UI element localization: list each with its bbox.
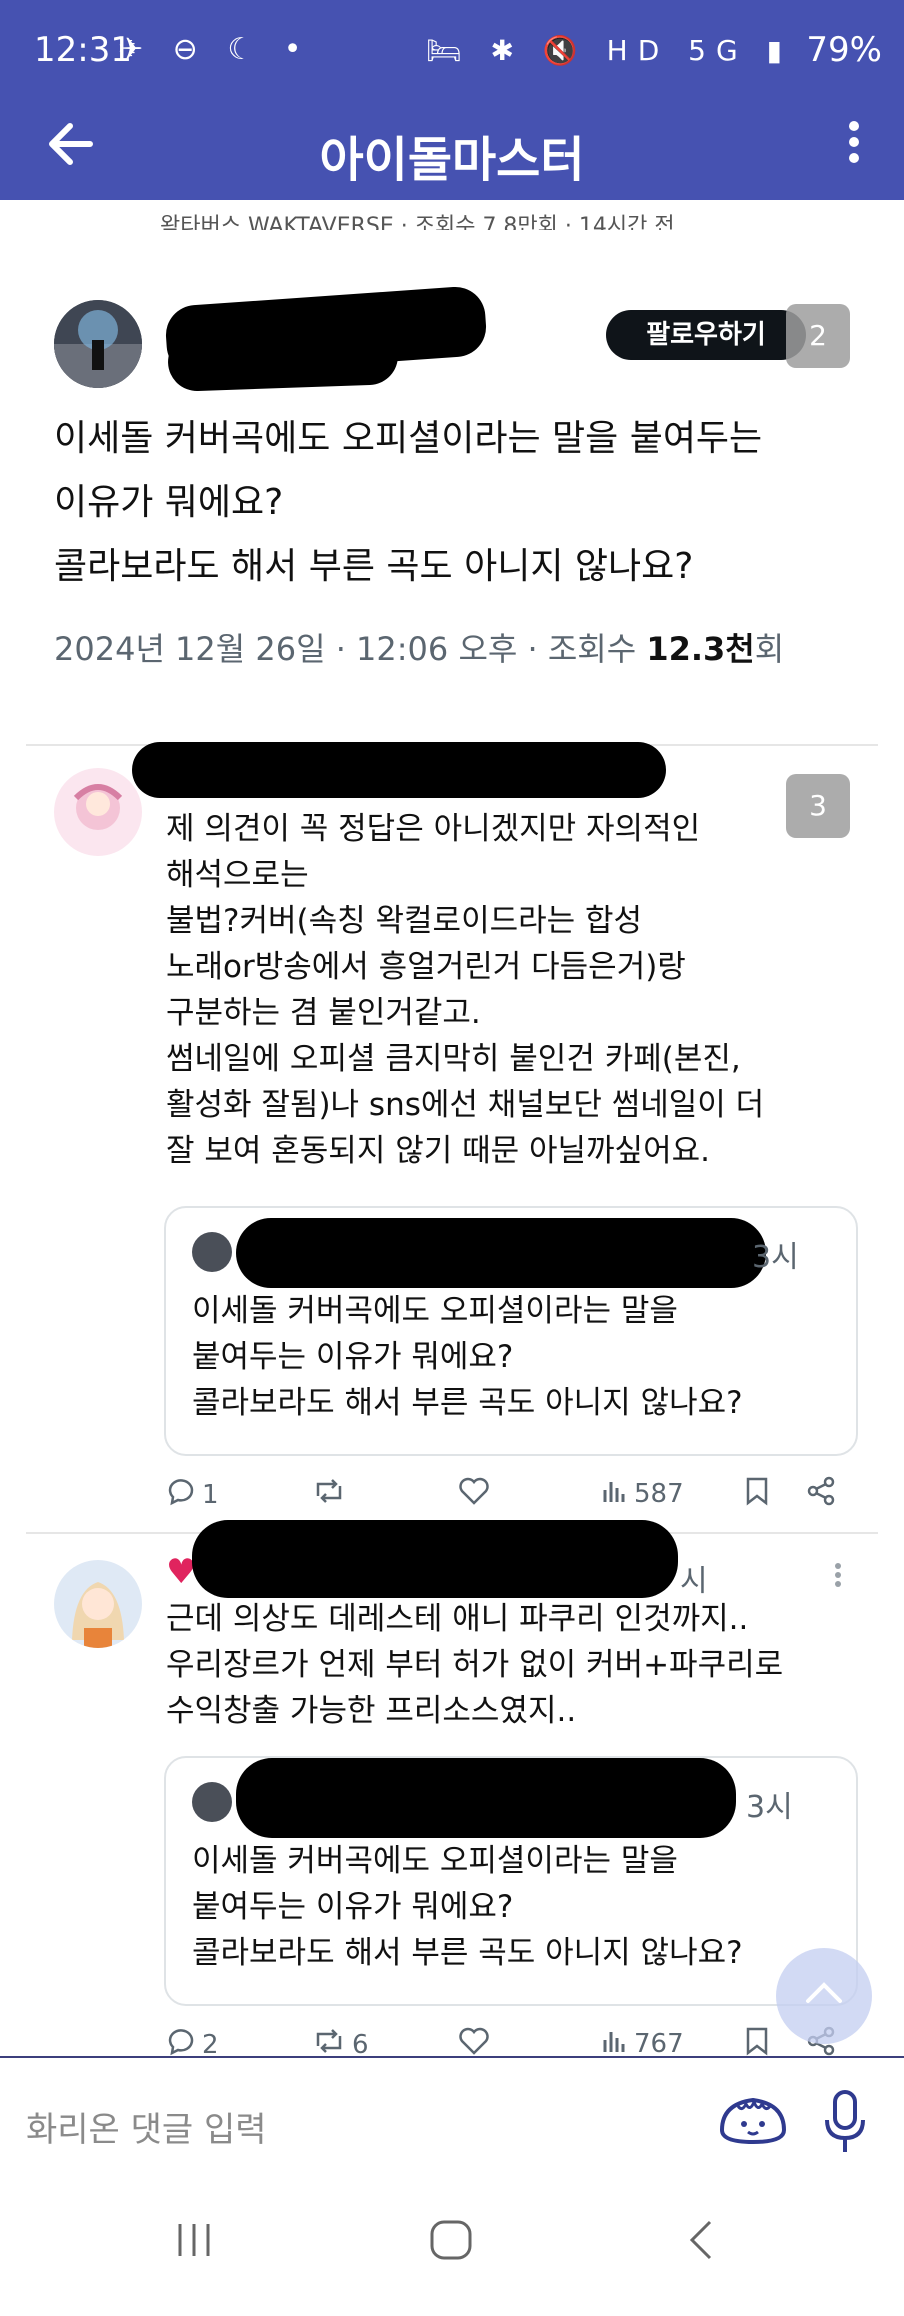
quote-line: 붙여두는 이유가 뭐에요? (192, 1339, 514, 1375)
reply-text: 제 의견이 꼭 정답은 아니겠지만 자의적인 해석으로는 불법?커버(속칭 왁컬… (166, 806, 866, 1174)
view-suffix: 회 (754, 630, 785, 668)
reply-count: 2 (202, 2029, 219, 2057)
dumpling-emoji-icon[interactable] (716, 2088, 790, 2148)
bar-chart-icon (600, 2026, 628, 2056)
app-bar: 아이돌마스터 (0, 102, 904, 200)
post-text: 이세돌 커버곡에도 오피셜이라는 말을 붙여두는 이유가 뭐에요? 콜라보라도 … (54, 412, 874, 594)
status-right-icons: 🛏 ✱ 🔇 HD 5G ▮ (426, 34, 792, 67)
quote-text: 이세돌 커버곡에도 오피셜이라는 말을 붙여두는 이유가 뭐에요? 콜라보라도 … (192, 1288, 832, 1426)
reply-line: 활성화 잘됨)나 sns에선 채널보단 썸네일이 더 (166, 1087, 765, 1123)
comment-input[interactable]: 화리온 댓글 입력 (26, 2102, 267, 2151)
post-date: 2024년 12월 26일 · 12:06 오후 · 조회수 (54, 630, 647, 668)
redacted-username (236, 1758, 736, 1838)
status-bar: 12:31 ✈ ⊖ ☾ • 🛏 ✱ 🔇 HD 5G ▮ 79% (0, 0, 904, 102)
post-more-badge[interactable]: 2 (786, 304, 850, 368)
reply-text: 근데 의상도 데레스테 애니 파쿠리 인것까지.. 우리장르가 언제 부터 허가… (166, 1596, 876, 1734)
repost-icon (312, 1476, 346, 1513)
avatar (192, 1782, 232, 1822)
reply-action[interactable]: 1 (166, 1476, 219, 1513)
repost-action[interactable] (312, 1476, 352, 1513)
repost-count: 6 (352, 2029, 369, 2057)
bookmark-icon[interactable] (744, 1476, 770, 1506)
comment-bar: 화리온 댓글 입력 (0, 2056, 904, 2194)
avatar[interactable] (54, 1560, 142, 1648)
share-icon[interactable] (806, 1476, 836, 1506)
more-vertical-icon[interactable] (844, 112, 864, 183)
quote-time: 3시 (746, 1790, 793, 1825)
redacted-username (132, 742, 666, 798)
reply-line: 수익창출 가능한 프리소스였지.. (166, 1693, 577, 1729)
redacted-handle (167, 326, 399, 392)
views-action[interactable]: 587 (600, 1476, 684, 1511)
arrow-left-icon[interactable] (46, 114, 96, 188)
reply-line: 노래or방송에서 흥얼거린거 다듬은거)랑 (166, 949, 686, 985)
reply-time: 시 (680, 1564, 708, 1599)
avatar[interactable] (54, 768, 142, 856)
reply-action[interactable]: 2 (166, 2026, 219, 2056)
more-vertical-icon[interactable] (832, 1560, 844, 1594)
quoted-post-card[interactable]: 3시 이세돌 커버곡에도 오피셜이라는 말을 붙여두는 이유가 뭐에요? 콜라보… (164, 1206, 858, 1456)
like-action[interactable] (458, 1476, 490, 1513)
chevron-up-icon (804, 1971, 844, 2017)
quoted-post-card[interactable]: 3시 이세돌 커버곡에도 오피셜이라는 말을 붙여두는 이유가 뭐에요? 콜라보… (164, 1756, 858, 2006)
reply-line: 구분하는 겸 붙인거같고. (166, 995, 481, 1031)
battery-level: 79% (806, 30, 882, 70)
quote-line: 이세돌 커버곡에도 오피셜이라는 말을 (192, 1293, 678, 1329)
reply-line: 불법?커버(속칭 왁컬로이드라는 합성 (166, 903, 643, 939)
status-left-icons: ✈ ⊖ ☾ • (118, 32, 312, 67)
like-action[interactable] (458, 2026, 490, 2056)
view-count: 767 (634, 2028, 684, 2057)
bookmark-icon[interactable] (744, 2026, 770, 2056)
reply-line: 잘 보여 혼동되지 않기 때문 아닐까싶어요. (166, 1133, 710, 1169)
quote-line: 콜라보라도 해서 부른 곡도 아니지 않나요? (192, 1385, 743, 1421)
quote-time: 3시 (752, 1240, 799, 1275)
system-nav-bar (0, 2192, 904, 2316)
redacted-username (192, 1520, 678, 1598)
reply-line: 해석으로는 (166, 857, 309, 893)
views-action[interactable]: 767 (600, 2026, 684, 2056)
reply-count: 1 (202, 1479, 219, 1510)
quote-line: 이세돌 커버곡에도 오피셜이라는 말을 (192, 1843, 678, 1879)
post-line: 콜라보라도 해서 부른 곡도 아니지 않나요? (54, 546, 694, 587)
quote-line: 붙여두는 이유가 뭐에요? (192, 1889, 514, 1925)
bar-chart-icon (600, 1476, 628, 1511)
reply-icon (166, 1476, 196, 1513)
reply-actions: 1 587 (166, 1476, 866, 1516)
view-count: 587 (634, 1478, 684, 1509)
reply-line: 제 의견이 꼭 정답은 아니겠지만 자의적인 (166, 811, 701, 847)
repost-action[interactable]: 6 (312, 2026, 369, 2056)
quote-text: 이세돌 커버곡에도 오피셜이라는 말을 붙여두는 이유가 뭐에요? 콜라보라도 … (192, 1838, 832, 1976)
post-line: 이유가 뭐에요? (54, 482, 284, 523)
post-meta: 2024년 12월 26일 · 12:06 오후 · 조회수 12.3천회 (54, 624, 784, 670)
page-title: 아이돌마스터 (319, 132, 585, 188)
redacted-username (236, 1218, 766, 1288)
quote-line: 콜라보라도 해서 부른 곡도 아니지 않나요? (192, 1935, 743, 1971)
back-nav-icon[interactable] (686, 2218, 716, 2274)
reply-line: 썸네일에 오피셜 큼지막히 붙인건 카페(본진, (166, 1041, 741, 1077)
heart-icon (458, 1476, 490, 1513)
reply-icon (166, 2026, 196, 2056)
view-count: 12.3천 (646, 630, 755, 668)
avatar (192, 1232, 232, 1272)
cut-off-header: 왁타버스 WAKTAVERSE · 조회수 7.8만회 · 14시간 전 (160, 214, 675, 230)
follow-button[interactable]: 팔로우하기 (606, 310, 806, 360)
home-icon[interactable] (428, 2218, 474, 2274)
reply-line: 우리장르가 언제 부터 허가 없이 커버+파쿠리로 (166, 1647, 784, 1683)
post-line: 이세돌 커버곡에도 오피셜이라는 말을 붙여두는 (54, 418, 763, 459)
reply-line: 근데 의상도 데레스테 애니 파쿠리 인것까지.. (166, 1601, 749, 1637)
heart-icon (458, 2026, 490, 2056)
avatar[interactable] (54, 300, 142, 388)
microphone-icon[interactable] (820, 2088, 870, 2158)
scroll-top-button[interactable] (776, 1948, 872, 2044)
repost-icon (312, 2026, 346, 2056)
recent-apps-icon[interactable] (172, 2218, 216, 2274)
reply-actions: 2 6 767 (166, 2026, 866, 2056)
